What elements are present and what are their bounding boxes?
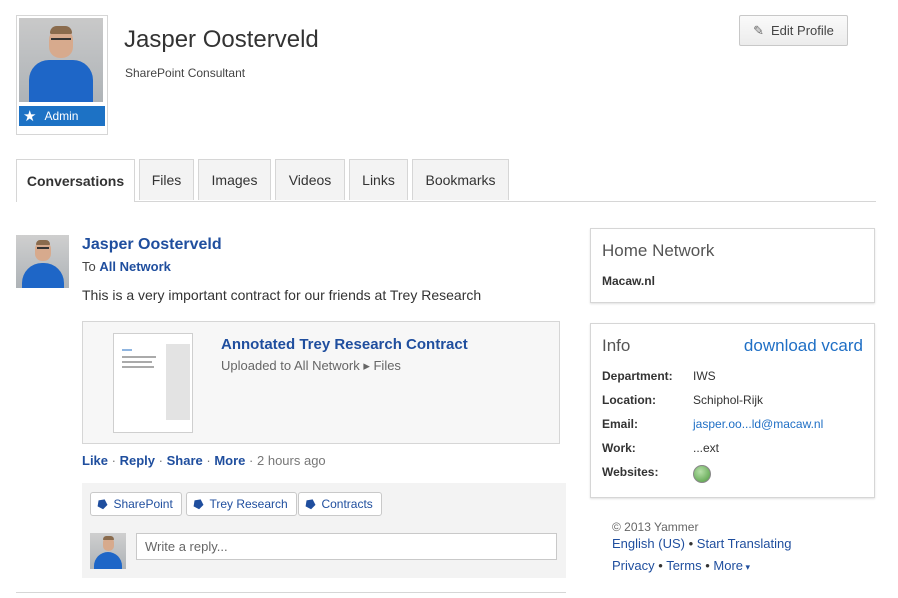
language-link[interactable]: English (US): [612, 536, 685, 551]
thumbnail-line: [122, 361, 152, 363]
tags-and-reply-area: ⬟ SharePoint ⬟ Trey Research ⬟ Contracts: [82, 483, 566, 578]
profile-name: Jasper Oosterveld: [124, 26, 319, 53]
tab-bookmarks[interactable]: Bookmarks: [412, 159, 509, 200]
footer-separator: •: [705, 558, 710, 573]
pencil-icon: ✎: [753, 22, 765, 38]
tag-icon: ⬟: [93, 495, 111, 513]
info-value: [693, 465, 711, 486]
post-audience-link[interactable]: All Network: [99, 259, 171, 274]
tab-links[interactable]: Links: [349, 159, 408, 200]
globe-icon[interactable]: [693, 465, 711, 483]
tag-label: SharePoint: [113, 497, 173, 511]
start-translating-link[interactable]: Start Translating: [697, 536, 792, 551]
reply-input[interactable]: [136, 533, 557, 560]
post-audience: To All Network: [82, 259, 171, 274]
info-value: Schiphol-Rijk: [693, 393, 764, 407]
profile-tabs: Conversations Files Images Videos Links …: [16, 159, 876, 202]
tab-videos[interactable]: Videos: [275, 159, 345, 200]
tag-label: Contracts: [321, 497, 373, 511]
photo-hair: [36, 240, 50, 245]
file-attachment[interactable]: Annotated Trey Research Contract Uploade…: [82, 321, 560, 444]
post-actions: Like · Reply · Share · More · 2 hours ag…: [82, 453, 326, 468]
photo-hair: [50, 26, 72, 34]
tag-contracts[interactable]: ⬟ Contracts: [298, 492, 382, 516]
profile-photo[interactable]: [19, 18, 103, 102]
profile-job-title: SharePoint Consultant: [125, 66, 246, 80]
home-network-title: Home Network: [602, 241, 715, 260]
photo-shirt: [22, 263, 64, 288]
thumbnail-line: [122, 366, 154, 368]
action-separator: ·: [249, 453, 254, 468]
footer-separator: •: [658, 558, 663, 573]
attachment-title-link[interactable]: Annotated Trey Research Contract: [221, 336, 468, 353]
info-label: Department:: [602, 369, 673, 383]
action-separator: ·: [111, 453, 116, 468]
tag-trey-research[interactable]: ⬟ Trey Research: [186, 492, 297, 516]
info-title: Info: [602, 336, 631, 355]
post-message: This is a very important contract for ou…: [82, 287, 482, 303]
footer-language-row: English (US) • Start Translating: [612, 536, 791, 551]
info-value: ...ext: [693, 441, 720, 455]
edit-profile-button[interactable]: ✎ Edit Profile: [739, 15, 848, 46]
home-network-value: Macaw.nl: [602, 274, 655, 288]
info-label: Websites:: [602, 465, 659, 479]
privacy-link[interactable]: Privacy: [612, 558, 655, 573]
tab-images[interactable]: Images: [198, 159, 271, 200]
photo-shirt: [94, 552, 122, 569]
info-card: Info download vcard Department: IWS Loca…: [590, 323, 875, 498]
footer-links-row: Privacy • Terms • More ▾: [612, 558, 750, 573]
thumbnail-line: [122, 349, 132, 351]
thumbnail-line: [122, 356, 156, 358]
footer-separator: •: [688, 536, 694, 551]
like-link[interactable]: Like: [82, 453, 108, 468]
home-network-card: Home Network Macaw.nl: [590, 228, 875, 303]
tab-conversations[interactable]: Conversations: [16, 159, 135, 202]
email-link[interactable]: jasper.oo...ld@macaw.nl: [693, 417, 823, 431]
profile-avatar-frame: ★ Admin: [16, 15, 108, 135]
footer-more-menu[interactable]: More ▾: [713, 558, 750, 573]
info-label: Email:: [602, 417, 639, 431]
caret-down-icon: ▾: [743, 562, 751, 572]
share-link[interactable]: Share: [167, 453, 203, 468]
post-audience-prefix: To: [82, 259, 96, 274]
admin-badge-label: Admin: [44, 109, 79, 123]
footer-more-label: More: [713, 558, 744, 573]
photo-glasses: [37, 247, 49, 253]
reply-user-avatar: [90, 533, 126, 569]
tag-label: Trey Research: [209, 497, 288, 511]
copyright: © 2013 Yammer: [612, 520, 699, 534]
download-vcard-link[interactable]: download vcard: [744, 336, 863, 356]
tag-sharepoint[interactable]: ⬟ SharePoint: [90, 492, 182, 516]
info-label: Work:: [602, 441, 636, 455]
document-thumbnail[interactable]: [113, 333, 193, 433]
feed-divider: [16, 592, 566, 593]
post-timestamp: 2 hours ago: [257, 453, 326, 468]
action-separator: ·: [158, 453, 163, 468]
tab-files[interactable]: Files: [139, 159, 194, 200]
more-link[interactable]: More: [214, 453, 245, 468]
info-value: IWS: [693, 369, 716, 383]
attachment-location: Uploaded to All Network ▸ Files: [221, 358, 401, 373]
photo-hair: [103, 536, 114, 540]
tag-icon: ⬟: [189, 495, 207, 513]
star-icon: ★: [23, 107, 37, 125]
post-author-link[interactable]: Jasper Oosterveld: [82, 236, 222, 254]
edit-profile-label: Edit Profile: [771, 23, 834, 38]
post-author-avatar[interactable]: [16, 235, 69, 288]
thumbnail-sidebar: [166, 344, 190, 420]
reply-link[interactable]: Reply: [120, 453, 155, 468]
admin-badge: ★ Admin: [19, 106, 105, 126]
photo-glasses: [51, 38, 71, 44]
terms-link[interactable]: Terms: [666, 558, 701, 573]
tag-icon: ⬟: [301, 495, 319, 513]
info-label: Location:: [602, 393, 656, 407]
photo-shirt: [29, 60, 93, 102]
action-separator: ·: [206, 453, 211, 468]
